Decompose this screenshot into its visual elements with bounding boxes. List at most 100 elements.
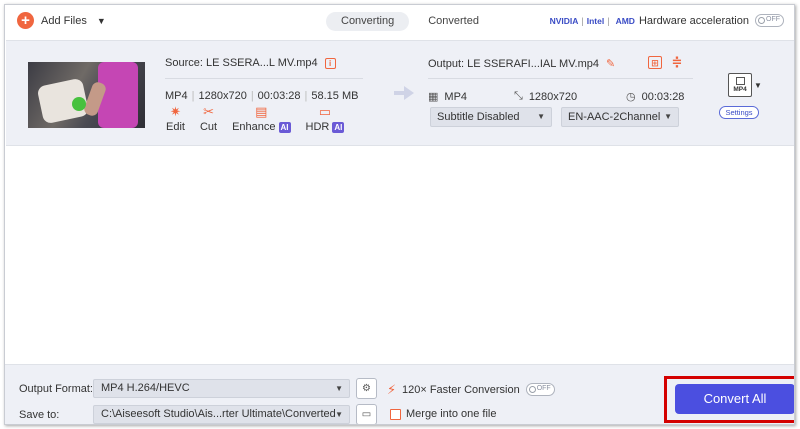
convert-all-highlight: Convert All: [664, 376, 794, 423]
format-settings-button[interactable]: ⚙: [356, 378, 377, 399]
film-icon: ▦: [428, 91, 439, 103]
merge-checkbox[interactable]: [390, 409, 401, 420]
arrow-head: [404, 86, 414, 100]
arrow-right-icon: [394, 86, 414, 100]
ai-badge: AI: [332, 121, 345, 133]
output-format-button[interactable]: MP4: [728, 73, 752, 97]
toggle-knob: [528, 386, 536, 393]
amd-logo: AMD: [615, 15, 635, 26]
output-label: Output: LE SSERAFI...IAL MV.mp4: [428, 57, 599, 70]
magic-wand-icon: ✷: [170, 104, 181, 119]
merge-label: Merge into one file: [406, 408, 497, 420]
source-format: MP4: [165, 90, 188, 102]
convert-all-button[interactable]: Convert All: [675, 384, 794, 414]
faster-conversion-toggle[interactable]: OFF: [525, 383, 555, 396]
source-duration: 00:03:28: [257, 90, 301, 102]
clock-icon: ◷: [626, 91, 636, 103]
output-duration-item: ◷ 00:03:28: [626, 90, 685, 104]
enhance-label-wrap: Enhance AI: [232, 121, 291, 133]
tab-converting[interactable]: Converting: [326, 12, 410, 31]
faster-conversion: 120× Faster Conversion OFF: [402, 383, 555, 396]
hardware-acceleration: NVIDIA | Intel | AMD Hardware accelerati…: [550, 14, 784, 27]
bottom-bar: Output Format: MP4 H.264/HEVC ▼ ⚙ ⚡ 120×…: [5, 364, 794, 424]
chevron-down-icon: ▼: [664, 112, 672, 121]
edit-actions: ✷ Edit ✂ Cut ▤ Enhance AI ▭ HDR AI: [166, 105, 359, 133]
output-resolution: 1280x720: [528, 90, 578, 103]
output-metadata: ▦ MP4 ⤡ 1280x720 ◷ 00:03:28: [428, 90, 686, 104]
edit-label: Edit: [166, 121, 185, 133]
output-format-label: Output Format:: [19, 383, 93, 395]
audio-value: EN-AAC-2Channel: [568, 111, 661, 123]
output-tools: ⊞ ≑: [648, 55, 692, 69]
output-duration: 00:03:28: [641, 90, 685, 103]
output-format-select[interactable]: MP4 H.264/HEVC ▼: [93, 379, 350, 398]
output-filename: Output: LE SSERAFI...IAL MV.mp4 ✎: [428, 57, 615, 71]
cut-label: Cut: [199, 121, 218, 133]
resize-icon: ⤡: [514, 90, 523, 102]
thumbnail-shape: [98, 62, 138, 128]
tab-bar: Converting Converted: [326, 12, 498, 31]
hardware-acceleration-toggle[interactable]: OFF: [755, 14, 784, 27]
add-files-button[interactable]: + Add Files ▼: [17, 12, 106, 29]
divider: [428, 78, 693, 79]
settings-button[interactable]: Settings: [719, 106, 759, 119]
output-format-value: MP4 H.264/HEVC: [101, 382, 190, 394]
source-metadata: MP4 | 1280x720 | 00:03:28 | 58.15 MB: [165, 90, 362, 102]
compress-icon[interactable]: ≑: [670, 55, 684, 69]
ai-badge: AI: [278, 121, 291, 133]
chevron-down-icon: ▼: [537, 112, 545, 121]
video-thumbnail[interactable]: [28, 62, 145, 128]
pencil-icon[interactable]: ✎: [606, 57, 615, 70]
toggle-state-label: OFF: [536, 385, 551, 392]
hardware-acceleration-label: Hardware acceleration: [638, 14, 749, 27]
chevron-down-icon[interactable]: ▼: [97, 16, 106, 26]
toggle-knob: [758, 17, 765, 24]
app-window: + Add Files ▼ Converting Converted NVIDI…: [4, 4, 795, 425]
output-format-item: ▦ MP4: [428, 90, 468, 104]
source-filename: Source: LE SSERA...L MV.mp4 i: [165, 57, 336, 69]
hdr-label-wrap: HDR AI: [306, 121, 345, 133]
lightning-icon: ⚡: [387, 382, 397, 397]
enhance-label: Enhance: [232, 121, 276, 133]
save-to-select[interactable]: C:\Aiseesoft Studio\Ais...rter Ultimate\…: [93, 405, 350, 424]
subtitle-select[interactable]: Subtitle Disabled ▼: [430, 107, 552, 127]
film-icon: [736, 77, 745, 85]
edit-button[interactable]: ✷ Edit: [166, 104, 185, 134]
toggle-state-label: OFF: [766, 16, 780, 23]
info-file-icon[interactable]: ⊞: [648, 56, 662, 69]
add-files-label: Add Files: [41, 14, 87, 27]
scissors-icon: ✂: [203, 104, 214, 119]
output-format: MP4: [444, 90, 468, 103]
save-to-value: C:\Aiseesoft Studio\Ais...rter Ultimate\…: [101, 408, 336, 420]
subtitle-value: Subtitle Disabled: [437, 111, 520, 123]
plus-icon: +: [17, 12, 34, 29]
hdr-button[interactable]: ▭ HDR AI: [306, 105, 345, 133]
divider: [165, 78, 363, 79]
hdr-label: HDR: [305, 121, 330, 133]
top-bar: + Add Files ▼ Converting Converted NVIDI…: [5, 5, 794, 39]
info-icon[interactable]: i: [324, 57, 336, 69]
source-size: 58.15 MB: [311, 90, 359, 102]
faster-conversion-label: 120× Faster Conversion: [402, 383, 520, 396]
source-label: Source: LE SSERA...L MV.mp4: [165, 57, 318, 69]
divider: |: [607, 15, 610, 26]
enhance-button[interactable]: ▤ Enhance AI: [232, 104, 291, 133]
cut-button[interactable]: ✂ Cut: [199, 104, 218, 134]
save-to-label: Save to:: [19, 409, 60, 421]
thumbnail-shape: [72, 97, 86, 111]
chevron-down-icon: ▼: [335, 410, 343, 419]
intel-logo: Intel: [586, 15, 605, 26]
output-resolution-item: ⤡ 1280x720: [514, 90, 577, 103]
format-badge-label: MP4: [733, 86, 747, 93]
nvidia-logo: NVIDIA: [549, 15, 579, 26]
audio-select[interactable]: EN-AAC-2Channel ▼: [561, 107, 679, 127]
file-item: Source: LE SSERA...L MV.mp4 i MP4 | 1280…: [6, 40, 794, 146]
tab-converted[interactable]: Converted: [413, 12, 494, 31]
source-resolution: 1280x720: [198, 90, 247, 102]
hdr-icon: ▭: [318, 104, 332, 119]
chevron-down-icon: ▼: [335, 384, 343, 393]
enhance-icon: ▤: [255, 104, 268, 119]
divider: |: [581, 15, 584, 26]
chevron-down-icon[interactable]: ▼: [754, 81, 762, 90]
open-folder-button[interactable]: ▭: [356, 404, 377, 424]
